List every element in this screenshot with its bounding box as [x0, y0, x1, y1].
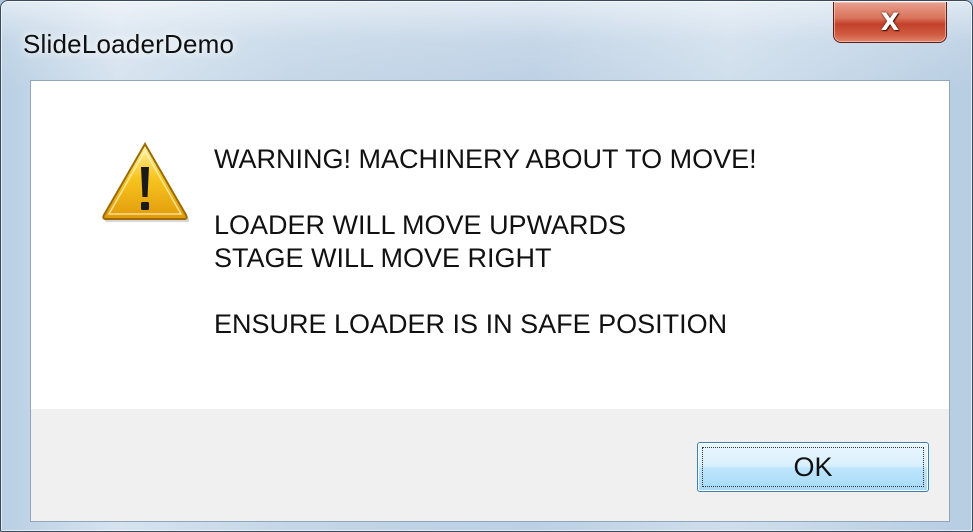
ok-button-label: OK	[793, 451, 833, 482]
close-button[interactable]: X	[833, 2, 947, 43]
message-line-warning: WARNING! MACHINERY ABOUT TO MOVE!	[214, 144, 757, 174]
message-panel: WARNING! MACHINERY ABOUT TO MOVE! LOADER…	[31, 81, 949, 409]
ok-button[interactable]: OK	[697, 442, 929, 492]
message-line-ensure: ENSURE LOADER IS IN SAFE POSITION	[214, 309, 728, 339]
message-line-stage: STAGE WILL MOVE RIGHT	[214, 243, 552, 273]
dialog-client-area: WARNING! MACHINERY ABOUT TO MOVE! LOADER…	[30, 80, 950, 522]
warning-icon	[102, 142, 190, 222]
message-text: WARNING! MACHINERY ABOUT TO MOVE! LOADER…	[214, 143, 757, 341]
window-title: SlideLoaderDemo	[23, 29, 235, 59]
message-line-loader: LOADER WILL MOVE UPWARDS	[214, 210, 627, 240]
dialog-window: SlideLoaderDemo X WARNING! MACHINERY ABO…	[0, 0, 973, 532]
close-icon: X	[880, 8, 900, 36]
